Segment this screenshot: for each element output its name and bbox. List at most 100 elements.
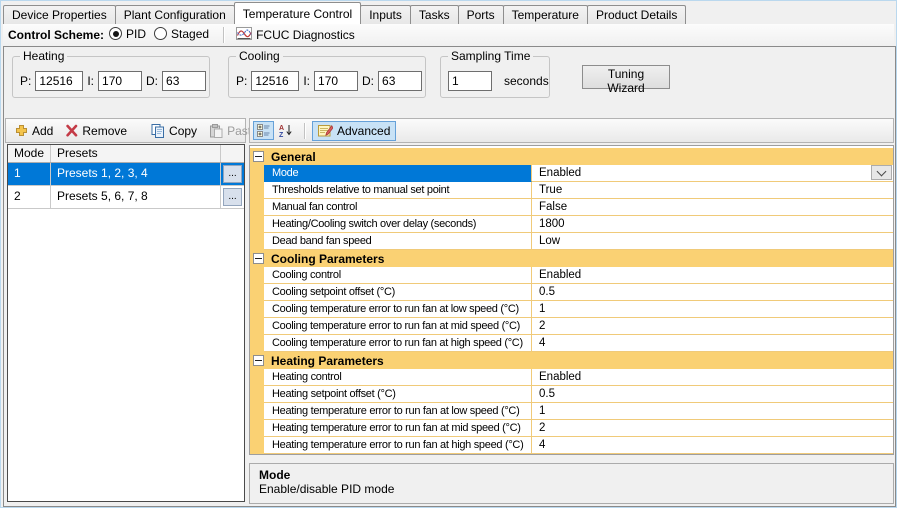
property-value[interactable]: Enabled (532, 369, 893, 386)
property-row-cooling-temperature-error-to-run-fan-at-mid-speed-c[interactable]: Cooling temperature error to run fan at … (250, 318, 893, 335)
property-row-mode[interactable]: Mode Enabled (250, 165, 893, 182)
property-name: Heating temperature error to run fan at … (264, 403, 532, 420)
heating-groupbox: Heating P: I: D: (12, 49, 210, 98)
mode-row-2[interactable]: 2 Presets 5, 6, 7, 8... (8, 186, 244, 209)
category-gutter (250, 233, 264, 250)
category-header-heating-parameters[interactable]: Heating Parameters (250, 352, 893, 369)
property-value[interactable]: 4 (532, 335, 893, 352)
property-name: Cooling temperature error to run fan at … (264, 335, 532, 352)
modes-table-body: 1 Presets 1, 2, 3, 4... 2 Presets 5, 6, 7, … (8, 163, 244, 209)
radio-option-staged[interactable]: Staged (154, 27, 209, 41)
property-name: Heating/Cooling switch over delay (secon… (264, 216, 532, 233)
property-row-heating-temperature-error-to-run-fan-at-mid-speed-c[interactable]: Heating temperature error to run fan at … (250, 420, 893, 437)
property-row-cooling-temperature-error-to-run-fan-at-high-speed-c[interactable]: Cooling temperature error to run fan at … (250, 335, 893, 352)
property-value-text: 1800 (539, 218, 565, 230)
property-value[interactable]: 2 (532, 420, 893, 437)
sort-alphabetical-button[interactable]: AZ (275, 121, 297, 140)
column-header-mode[interactable]: Mode (8, 145, 51, 162)
property-value-text: True (539, 184, 563, 196)
heating-i-input[interactable] (98, 70, 143, 91)
remove-button[interactable]: Remove (59, 121, 133, 141)
property-value[interactable]: 2 (532, 318, 893, 335)
property-row-heating-control[interactable]: Heating control Enabled (250, 369, 893, 386)
property-value-text: Low (539, 235, 561, 247)
property-value[interactable]: 4 (532, 437, 893, 454)
cooling-d-input[interactable] (378, 70, 423, 91)
collapse-minus-icon[interactable] (253, 253, 264, 264)
tab-ports[interactable]: Ports (457, 5, 504, 24)
category-header-cooling-parameters[interactable]: Cooling Parameters (250, 250, 893, 267)
category-gutter (250, 165, 264, 182)
mode-cell: 2 (8, 186, 51, 208)
property-row-heating-setpoint-offset-c[interactable]: Heating setpoint offset (°C) 0.5 (250, 386, 893, 403)
property-row-cooling-temperature-error-to-run-fan-at-low-speed-c[interactable]: Cooling temperature error to run fan at … (250, 301, 893, 318)
property-value[interactable]: False (532, 199, 893, 216)
property-row-heating-temperature-error-to-run-fan-at-high-speed-c[interactable]: Heating temperature error to run fan at … (250, 437, 893, 454)
category-gutter (250, 216, 264, 233)
property-row-cooling-setpoint-offset-c[interactable]: Cooling setpoint offset (°C) 0.5 (250, 284, 893, 301)
modes-table: Mode Presets 1 Presets 1, 2, 3, 4... 2 Pres… (7, 144, 245, 502)
heating-i-label: I: (87, 73, 95, 88)
property-row-manual-fan-control[interactable]: Manual fan control False (250, 199, 893, 216)
cooling-i-input[interactable] (314, 70, 359, 91)
collapse-minus-icon[interactable] (253, 151, 264, 162)
property-value-text: False (539, 201, 568, 213)
property-value-text: 2 (539, 422, 546, 434)
column-header-presets[interactable]: Presets (51, 145, 221, 162)
heating-p-input[interactable] (35, 70, 84, 91)
categorized-button[interactable] (253, 121, 274, 140)
dropdown-button[interactable] (871, 165, 892, 180)
property-value[interactable]: 1 (532, 301, 893, 318)
tab-plant-configuration[interactable]: Plant Configuration (114, 5, 235, 24)
property-value[interactable]: 0.5 (532, 386, 893, 403)
property-row-heating-cooling-switch-over-delay-seconds[interactable]: Heating/Cooling switch over delay (secon… (250, 216, 893, 233)
paste-icon (209, 123, 223, 138)
advanced-button[interactable]: Advanced (312, 120, 397, 141)
modes-table-header: Mode Presets (8, 145, 244, 163)
property-value-text: Enabled (539, 167, 582, 179)
category-header-general[interactable]: General (250, 148, 893, 165)
property-name: Heating temperature error to run fan at … (264, 437, 532, 454)
mode-row-1[interactable]: 1 Presets 1, 2, 3, 4... (8, 163, 244, 186)
property-value[interactable]: True (532, 182, 893, 199)
category-gutter (250, 437, 264, 454)
radio-pid-icon[interactable] (109, 27, 123, 41)
radio-staged-icon[interactable] (154, 27, 168, 41)
diagnostics-chart-icon (236, 27, 253, 43)
collapse-minus-icon[interactable] (253, 355, 264, 366)
mode-cell: 1 (8, 163, 51, 185)
cooling-p-input[interactable] (251, 70, 300, 91)
property-value[interactable]: 0.5 (532, 284, 893, 301)
tab-temperature-control[interactable]: Temperature Control (233, 2, 362, 24)
tab-temperature[interactable]: Temperature (502, 5, 588, 24)
property-value-text: Enabled (539, 269, 582, 281)
cooling-groupbox: Cooling P: I: D: (228, 49, 426, 98)
tab-device-properties[interactable]: Device Properties (3, 5, 116, 24)
property-value[interactable]: 1800 (532, 216, 893, 233)
fcuc-diagnostics-button[interactable]: FCUC Diagnostics (230, 24, 361, 46)
property-value[interactable]: 1 (532, 403, 893, 420)
property-row-dead-band-fan-speed[interactable]: Dead band fan speed Low (250, 233, 893, 250)
radio-option-pid[interactable]: PID (109, 27, 146, 41)
property-row-heating-temperature-error-to-run-fan-at-low-speed-c[interactable]: Heating temperature error to run fan at … (250, 403, 893, 420)
presets-edit-button[interactable]: ... (223, 165, 242, 183)
property-value[interactable]: Enabled (532, 165, 893, 182)
sampling-time-input[interactable] (448, 70, 492, 91)
copy-button[interactable]: Copy (145, 121, 203, 141)
property-value[interactable]: Low (532, 233, 893, 250)
property-row-thresholds-relative-to-manual-set-point[interactable]: Thresholds relative to manual set point T… (250, 182, 893, 199)
property-row-cooling-control[interactable]: Cooling control Enabled (250, 267, 893, 284)
tuning-wizard-button[interactable]: Tuning Wizard (582, 65, 670, 95)
property-name: Heating control (264, 369, 532, 386)
heating-d-input[interactable] (162, 70, 207, 91)
tab-tasks[interactable]: Tasks (409, 5, 459, 24)
modes-toolbar: Add Remove Copy Paste (5, 118, 258, 143)
presets-edit-button[interactable]: ... (223, 188, 242, 206)
tab-product-details[interactable]: Product Details (586, 5, 687, 24)
property-name: Cooling setpoint offset (°C) (264, 284, 532, 301)
presets-edit-cell: ... (221, 163, 244, 185)
tab-inputs[interactable]: Inputs (360, 5, 411, 24)
property-value-text: 0.5 (539, 286, 555, 298)
add-button[interactable]: Add (9, 121, 59, 141)
property-value[interactable]: Enabled (532, 267, 893, 284)
